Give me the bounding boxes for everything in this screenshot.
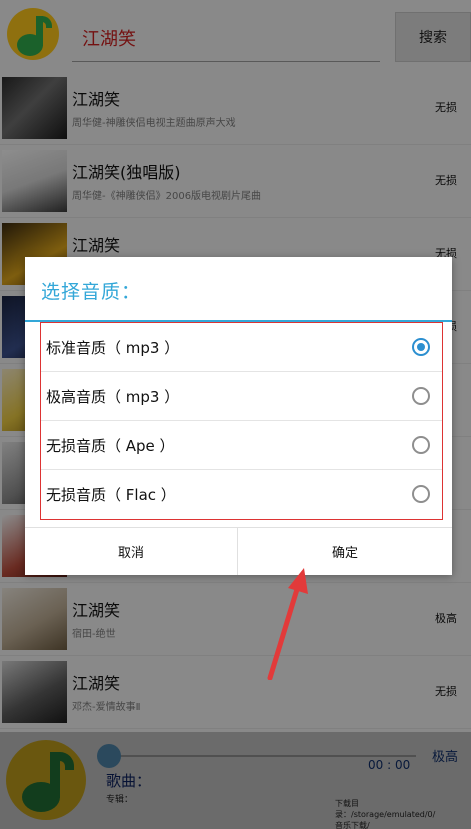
quality-dialog: 选择音质： 标准音质（ mp3 ） 极高音质（ mp3 ） 无损音质（ Ape …	[25, 257, 452, 575]
radio-unchecked-icon[interactable]	[412, 485, 430, 503]
dialog-buttons: 取消 确定	[25, 527, 452, 575]
option-label: 极高音质（ mp3 ）	[46, 388, 180, 406]
option-label: 标准音质（ mp3 ）	[46, 339, 180, 357]
option-label: 无损音质（ Ape ）	[46, 437, 175, 455]
dialog-title: 选择音质：	[41, 281, 142, 303]
radio-unchecked-icon[interactable]	[412, 436, 430, 454]
radio-checked-icon[interactable]	[412, 338, 430, 356]
cancel-button[interactable]: 取消	[25, 528, 238, 575]
option-list: 标准音质（ mp3 ） 极高音质（ mp3 ） 无损音质（ Ape ） 无损音质…	[40, 322, 443, 520]
option-standard-mp3[interactable]: 标准音质（ mp3 ）	[41, 323, 442, 372]
option-lossless-flac[interactable]: 无损音质（ Flac ）	[41, 470, 442, 519]
option-lossless-ape[interactable]: 无损音质（ Ape ）	[41, 421, 442, 470]
radio-unchecked-icon[interactable]	[412, 387, 430, 405]
option-label: 无损音质（ Flac ）	[46, 486, 176, 504]
annotation-arrow-icon	[267, 568, 308, 680]
option-high-mp3[interactable]: 极高音质（ mp3 ）	[41, 372, 442, 421]
